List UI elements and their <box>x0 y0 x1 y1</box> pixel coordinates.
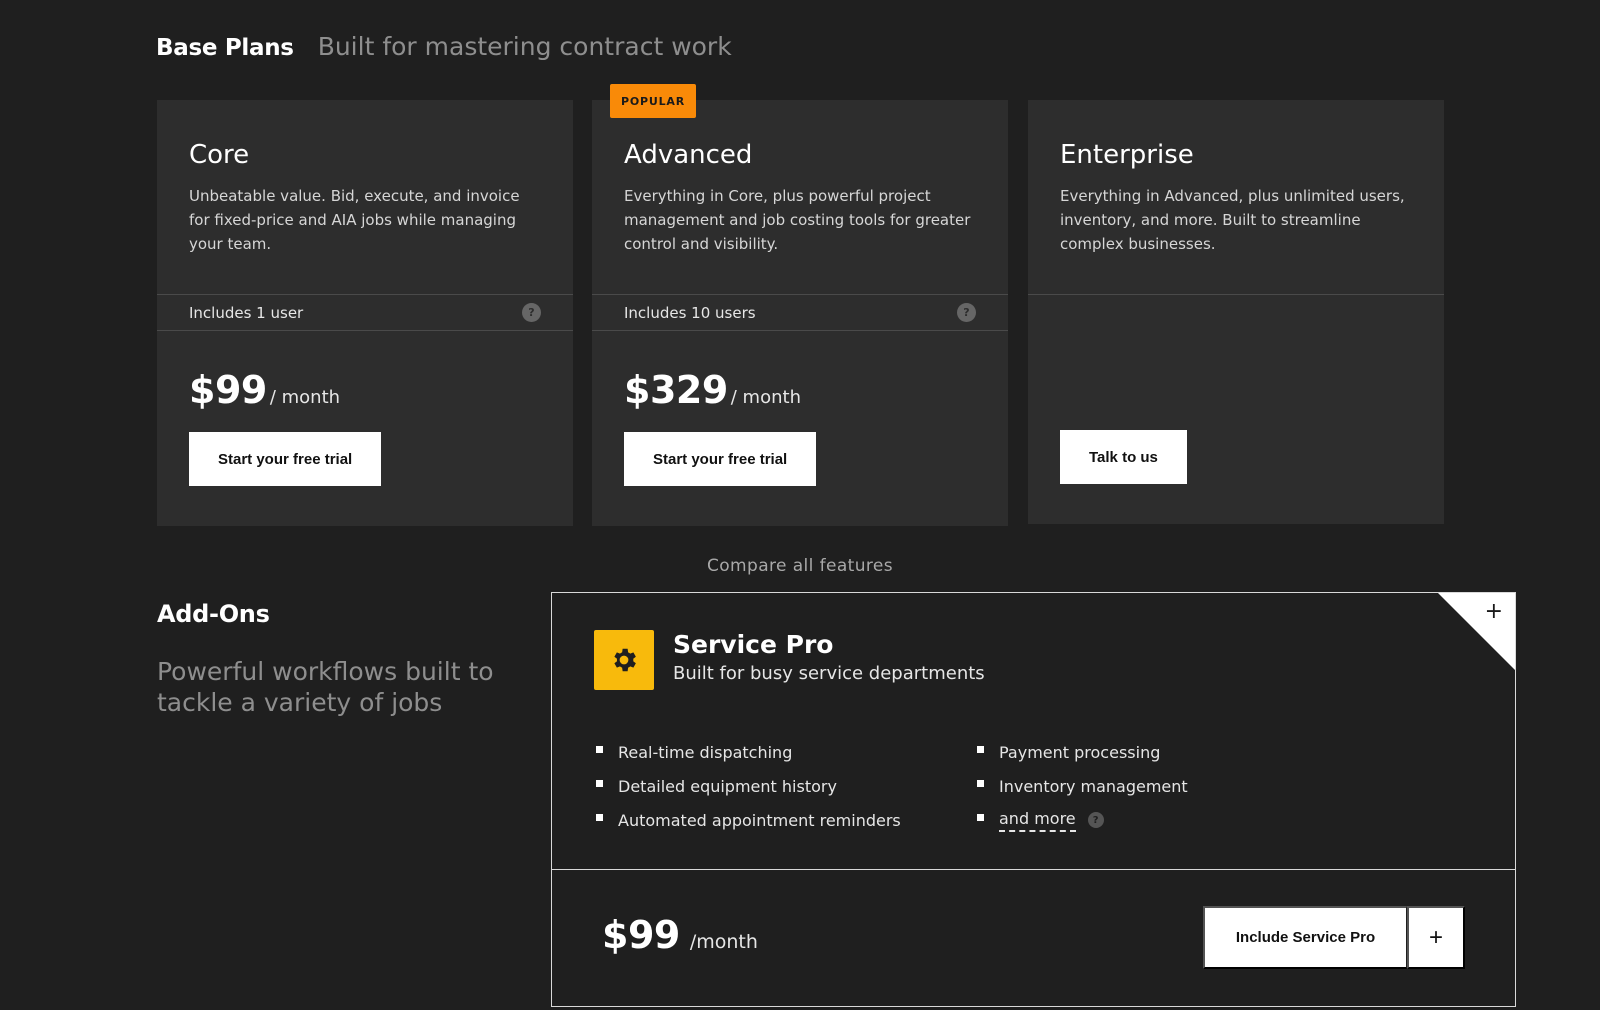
plus-icon[interactable]: + <box>1407 906 1465 969</box>
service-pro-card: + Service Pro Built for busy service dep… <box>551 592 1516 1007</box>
plan-users-row: Includes 10 users ? <box>624 295 976 330</box>
include-service-pro-group: Include Service Pro + <box>1203 906 1465 969</box>
addon-tagline: Built for busy service departments <box>673 663 985 684</box>
feature-list-right: Payment processing Inventory management … <box>977 735 1188 837</box>
feature-item: Real-time dispatching <box>596 735 901 769</box>
gear-icon-graphic <box>614 648 636 672</box>
price-amount: $99 <box>189 368 267 412</box>
help-icon[interactable]: ? <box>957 303 976 322</box>
divider <box>552 869 1515 870</box>
bullet <box>977 779 984 787</box>
plan-name: Core <box>189 140 250 170</box>
bullet <box>977 745 984 753</box>
plan-card-advanced: Advanced Everything in Core, plus powerf… <box>592 100 1008 526</box>
feature-item: and more? <box>977 803 1188 837</box>
price-period: / month <box>269 387 341 408</box>
plan-users: Includes 1 user <box>189 303 304 322</box>
plan-price: $99 / month <box>189 368 340 412</box>
help-icon[interactable]: ? <box>1087 812 1104 828</box>
plus-icon[interactable]: + <box>1485 599 1503 624</box>
addon-name: Service Pro <box>673 630 834 659</box>
price-amount: $329 <box>624 368 728 412</box>
feature-item: Detailed equipment history <box>596 769 901 803</box>
plan-price: $329 / month <box>624 368 801 412</box>
plan-card-core: Core Unbeatable value. Bid, execute, and… <box>157 100 573 526</box>
base-plans-subtitle: Built for mastering contract work <box>317 32 732 61</box>
feature-item: Inventory management <box>977 769 1188 803</box>
help-icon[interactable]: ? <box>522 303 541 322</box>
plan-name: Advanced <box>624 140 753 170</box>
feature-list-left: Real-time dispatching Detailed equipment… <box>596 735 901 837</box>
addon-price: $99 /month <box>602 913 758 957</box>
plan-users: Includes 10 users <box>624 303 756 322</box>
plan-description: Unbeatable value. Bid, execute, and invo… <box>189 187 520 253</box>
start-free-trial-button[interactable]: Start your free trial <box>624 432 817 486</box>
bullet <box>596 813 603 821</box>
price-amount: $99 <box>602 913 680 957</box>
compare-features-label[interactable]: Compare all features <box>707 556 893 576</box>
plan-name: Enterprise <box>1060 140 1194 170</box>
include-service-pro-button[interactable]: Include Service Pro <box>1203 906 1407 969</box>
addons-subtitle: Powerful workflows built to tackle a var… <box>157 657 494 717</box>
price-period: / month <box>730 387 801 408</box>
addons-title: Add-Ons <box>157 600 270 628</box>
price-period: /month <box>689 931 758 953</box>
bullet <box>596 779 603 787</box>
plan-card-enterprise: Enterprise Everything in Advanced, plus … <box>1028 100 1444 524</box>
plan-users-row: Includes 1 user ? <box>189 295 541 330</box>
and-more-link[interactable]: and more <box>999 809 1076 832</box>
feature-text: Detailed equipment history <box>618 776 837 796</box>
compare-features-link[interactable]: Compare all features <box>0 556 1600 576</box>
feature-text: Real-time dispatching <box>618 742 793 762</box>
divider <box>1028 294 1444 295</box>
plan-description: Everything in Advanced, plus unlimited u… <box>1060 187 1405 253</box>
divider <box>592 330 1008 331</box>
feature-text: Automated appointment reminders <box>618 810 901 830</box>
pricing-page: Base Plans Built for mastering contract … <box>0 0 1600 1010</box>
feature-item: Payment processing <box>977 735 1188 769</box>
talk-to-us-button[interactable]: Talk to us <box>1060 430 1187 484</box>
base-plans-header: Base Plans Built for mastering contract … <box>156 32 732 61</box>
corner-toggle[interactable] <box>1438 593 1515 670</box>
feature-text: Payment processing <box>999 742 1161 762</box>
plan-description: Everything in Core, plus powerful projec… <box>624 187 971 253</box>
base-plans-title: Base Plans <box>156 35 294 61</box>
start-free-trial-button[interactable]: Start your free trial <box>189 432 382 486</box>
bullet <box>596 745 603 753</box>
popular-badge: POPULAR <box>610 84 696 118</box>
feature-item: Automated appointment reminders <box>596 803 901 837</box>
divider <box>157 330 573 331</box>
bullet <box>977 813 984 821</box>
feature-text: Inventory management <box>999 776 1188 796</box>
gear-icon <box>594 630 654 690</box>
